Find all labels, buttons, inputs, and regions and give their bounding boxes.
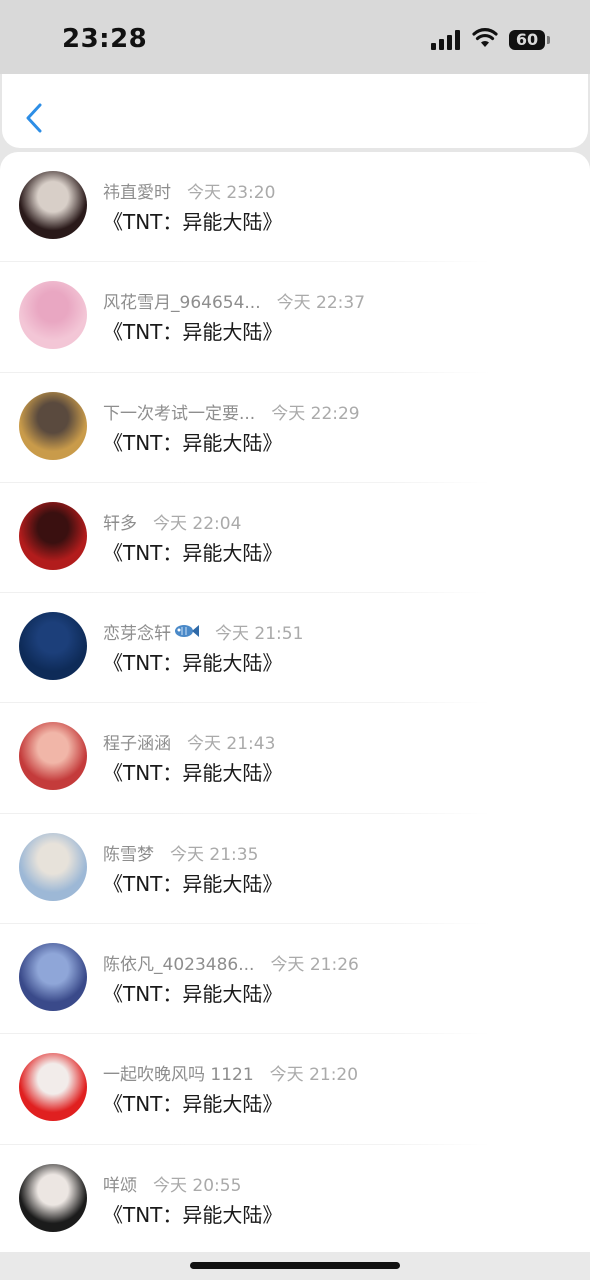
list-item[interactable]: 程子涵涵 今天 21:43 《TNT：异能大陆》 [0,703,590,814]
cellular-signal-icon [431,30,460,50]
avatar-image [19,171,87,239]
list-item[interactable]: 陈雪梦 今天 21:35 《TNT：异能大陆》 [0,814,590,925]
timestamp: 今天 21:35 [170,844,259,865]
timestamp: 今天 23:20 [187,183,276,203]
item-meta: 咩颂 今天 20:55 [103,1171,241,1196]
avatar[interactable] [19,1163,87,1232]
home-indicator[interactable] [190,1262,400,1269]
user-name[interactable]: 程子涵涵 [103,734,171,754]
chevron-left-icon[interactable] [24,102,44,134]
list-item[interactable]: 祎直愛时 今天 23:20 《TNT：异能大陆》 [0,152,590,263]
home-area [0,1252,590,1280]
avatar-image [19,612,87,681]
item-title: 《TNT：异能大陆》 [103,540,283,565]
avatar-image [19,722,87,791]
list-item[interactable]: 一起吹晚风吗 1121 今天 21:20 《TNT：异能大陆》 [0,1034,590,1145]
avatar-image [19,943,87,1012]
fish-icon [173,623,199,644]
timestamp: 今天 21:26 [270,955,359,976]
avatar[interactable] [19,171,87,239]
user-name[interactable]: 轩多 [103,514,137,534]
user-name[interactable]: 恋芽念轩 [103,624,171,644]
avatar[interactable] [19,722,87,791]
user-name[interactable]: 祎直愛时 [103,183,171,203]
user-name[interactable]: 一起吹晚风吗 1121 [103,1065,254,1085]
item-title: 《TNT：异能大陆》 [103,871,283,896]
item-meta: 下一次考试一定要... 今天 22:29 [103,399,360,424]
item-meta: 陈依凡_4023486... 今天 21:26 [103,950,359,975]
wifi-icon [472,28,498,47]
timestamp: 今天 20:55 [153,1175,242,1196]
item-meta: 祎直愛时 今天 23:20 [103,178,275,203]
user-name[interactable]: 咩颂 [103,1176,137,1196]
battery-indicator: 60 [509,30,545,50]
list-item[interactable]: 轩多 今天 22:04 《TNT：异能大陆》 [0,483,590,594]
avatar[interactable] [19,1053,87,1122]
item-meta: 恋芽念轩 今天 21:51 [103,619,303,644]
timestamp: 今天 22:04 [153,513,242,534]
avatar[interactable] [19,501,87,570]
item-title: 《TNT：异能大陆》 [103,1202,283,1227]
item-meta: 陈雪梦 今天 21:35 [103,840,258,865]
list-item[interactable]: 恋芽念轩 今天 21:51 《TNT：异能大陆》 [0,593,590,704]
battery-tip [547,36,550,44]
list-item[interactable]: 下一次考试一定要... 今天 22:29 《TNT：异能大陆》 [0,373,590,483]
status-bar: 23:28 60 [0,0,590,74]
item-meta: 风花雪月_964654... 今天 22:37 [103,288,365,313]
item-title: 《TNT：异能大陆》 [103,210,283,234]
user-name[interactable]: 陈雪梦 [103,845,154,865]
user-name[interactable]: 下一次考试一定要... [103,404,255,424]
avatar[interactable] [19,612,87,681]
avatar-image [19,1053,87,1122]
avatar-image [19,501,87,570]
user-name[interactable]: 陈依凡_4023486... [103,955,254,975]
avatar[interactable] [19,832,87,901]
avatar[interactable] [19,943,87,1012]
item-meta: 一起吹晚风吗 1121 今天 21:20 [103,1060,358,1085]
item-title: 《TNT：异能大陆》 [103,1092,283,1117]
nav-bar [2,74,588,148]
avatar-image [19,832,87,901]
timestamp: 今天 21:20 [269,1065,359,1086]
item-meta: 轩多 今天 22:04 [103,509,241,534]
item-title: 《TNT：异能大陆》 [103,320,283,345]
timestamp: 今天 22:29 [271,403,360,424]
avatar[interactable] [19,391,87,460]
avatar-image [19,391,87,460]
message-list: 祎直愛时 今天 23:20 《TNT：异能大陆》 风花雪月_964654... 今天 2… [0,152,590,1252]
timestamp: 今天 22:37 [276,293,366,314]
list-item[interactable]: 风花雪月_964654... 今天 22:37 《TNT：异能大陆》 [0,262,590,373]
timestamp: 今天 21:43 [187,734,276,755]
avatar[interactable] [19,281,87,350]
timestamp: 今天 21:51 [215,624,304,645]
item-title: 《TNT：异能大陆》 [103,430,283,455]
avatar-image [19,1163,87,1232]
item-title: 《TNT：异能大陆》 [103,761,283,786]
item-title: 《TNT：异能大陆》 [103,651,283,676]
item-meta: 程子涵涵 今天 21:43 [103,729,275,754]
avatar-image [19,281,87,350]
user-name[interactable]: 风花雪月_964654... [103,293,261,313]
list-item[interactable]: 陈依凡_4023486... 今天 21:26 《TNT：异能大陆》 [0,924,590,1035]
status-time: 23:28 [62,24,148,54]
list-item[interactable]: 咩颂 今天 20:55 《TNT：异能大陆》 [0,1145,590,1252]
item-title: 《TNT：异能大陆》 [103,982,283,1007]
